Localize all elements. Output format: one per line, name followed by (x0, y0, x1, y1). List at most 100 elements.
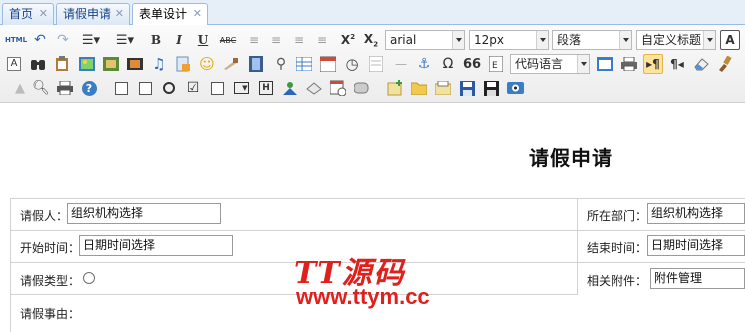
insert-image-button[interactable] (77, 54, 97, 74)
save-as-button[interactable] (481, 78, 501, 98)
leave-type-radio[interactable] (83, 272, 95, 284)
org-tree-icon (283, 82, 297, 95)
ordered-list-button[interactable]: ☰▾ (112, 30, 138, 50)
paragraph-select[interactable]: 段落 (552, 30, 632, 50)
special-char-button[interactable]: Ω (438, 54, 458, 74)
select-tool[interactable]: ▼ (231, 78, 251, 98)
unordered-list-button[interactable]: ☰▾ (78, 30, 104, 50)
insert-time-button[interactable]: ◷ (342, 54, 362, 74)
data-source-tool[interactable] (304, 78, 324, 98)
tab-form-design[interactable]: 表单设计 ✕ (132, 3, 208, 26)
music-icon: ♫ (152, 55, 166, 73)
insert-video-button[interactable] (125, 54, 145, 74)
radio-button-tool[interactable] (159, 78, 179, 98)
undo-button[interactable]: ↶ (30, 30, 50, 50)
insert-multi-image-button[interactable] (101, 54, 121, 74)
align-center-button[interactable]: ≡ (266, 30, 286, 50)
checkbox-tool[interactable]: ☑ (183, 78, 203, 98)
clear-format-button[interactable] (691, 54, 711, 74)
insert-music-button[interactable]: ♫ (149, 54, 169, 74)
insert-code-button[interactable]: E (486, 54, 506, 74)
import-form-button[interactable] (433, 78, 453, 98)
chevron-down-icon (703, 31, 715, 49)
blockquote-button[interactable]: 66 (462, 54, 482, 74)
paragraph-rtl-icon: ¶◂ (670, 57, 684, 71)
department-label: 所在部门： (587, 209, 648, 223)
print-preview-button[interactable] (619, 54, 639, 74)
emoticon-button[interactable]: ☺ (197, 54, 217, 74)
end-datetime-input[interactable]: 日期时间选择 (647, 235, 745, 256)
department-org-select[interactable]: 组织机构选择 (647, 203, 745, 224)
checkbox-icon: ☑ (186, 80, 200, 96)
ltr-button[interactable]: ▸¶ (643, 54, 663, 74)
font-size-select[interactable]: 12px (469, 30, 549, 50)
close-icon[interactable]: ✕ (39, 4, 48, 24)
html-source-button[interactable]: HTML (4, 30, 28, 50)
listbox-tool[interactable] (207, 78, 227, 98)
form-preview-button[interactable] (505, 78, 525, 98)
close-icon[interactable]: ✕ (193, 4, 202, 24)
start-datetime-input[interactable]: 日期时间选择 (79, 235, 233, 256)
redo-button[interactable]: ↷ (53, 30, 73, 50)
attachment-manager-input[interactable]: 附件管理 (650, 268, 745, 289)
tab-home[interactable]: 首页 ✕ (2, 3, 54, 25)
watermark-url: www.ttym.cc (296, 284, 430, 309)
paste-button[interactable] (52, 54, 72, 74)
text-field-button[interactable] (111, 78, 131, 98)
link-button[interactable]: ⚲ (271, 54, 291, 74)
custom-heading-select[interactable]: 自定义标题 (636, 30, 716, 50)
textarea-button[interactable] (135, 78, 155, 98)
tab-leave-request[interactable]: 请假申请 ✕ (56, 3, 130, 25)
insert-template-button[interactable] (366, 54, 386, 74)
find-replace-button[interactable] (28, 54, 48, 74)
insert-table-button[interactable] (294, 54, 314, 74)
save-button[interactable] (457, 78, 477, 98)
strikethrough-button[interactable]: ABC (216, 30, 240, 50)
align-left-button[interactable]: ≡ (244, 30, 264, 50)
font-family-select[interactable]: arial (385, 30, 465, 50)
template-icon (369, 56, 383, 72)
insert-date-button[interactable] (318, 54, 338, 74)
bullet-list-icon: ☰▾ (81, 32, 101, 48)
listbox-icon (210, 81, 224, 95)
align-right-button[interactable]: ≡ (289, 30, 309, 50)
superscript-button[interactable]: X2 (338, 30, 358, 50)
open-form-button[interactable] (409, 78, 429, 98)
hidden-field-tool[interactable]: H (256, 78, 276, 98)
import-icon (435, 81, 451, 95)
underline-button[interactable]: U (193, 30, 213, 50)
anchor-button[interactable]: ⚓ (414, 54, 434, 74)
help-button[interactable]: ? (79, 78, 99, 98)
preview-button[interactable] (595, 54, 615, 74)
numbered-list-icon: ☰▾ (115, 32, 135, 48)
close-icon[interactable]: ✕ (115, 4, 124, 24)
form-wizard-button[interactable]: ▲ (10, 78, 30, 98)
zoom-button[interactable]: 🔍︎ (31, 78, 51, 98)
superscript-icon: X2 (340, 33, 356, 47)
subtable-tool[interactable] (352, 78, 372, 98)
printer-icon (621, 57, 637, 71)
italic-button[interactable]: I (169, 30, 189, 50)
insert-frame-button[interactable] (246, 54, 266, 74)
editor-toolbar: HTML ↶ ↷ ☰▾ ☰▾ B I U ABC ≡ ≡ ≡ ≡ X2 X2 a… (0, 25, 745, 103)
new-form-button[interactable] (385, 78, 405, 98)
bold-button[interactable]: B (146, 30, 166, 50)
table-border (10, 198, 745, 199)
applicant-org-select[interactable]: 组织机构选择 (67, 203, 221, 224)
code-language-select[interactable]: 代码语言 (510, 54, 590, 74)
align-justify-button[interactable]: ≡ (312, 30, 332, 50)
print-button[interactable] (55, 78, 75, 98)
rtl-button[interactable]: ¶◂ (667, 54, 687, 74)
datetime-tool[interactable] (328, 78, 348, 98)
horizontal-rule-button[interactable]: — (391, 54, 411, 74)
text-format-button[interactable]: A (4, 54, 24, 74)
clipboard-icon (56, 56, 68, 71)
scrawl-button[interactable] (221, 54, 241, 74)
font-color-button[interactable]: A (720, 30, 740, 50)
text-format-icon: A (7, 57, 21, 71)
insert-attachment-button[interactable] (173, 54, 193, 74)
table-border (577, 198, 578, 294)
subscript-button[interactable]: X2 (361, 30, 381, 50)
org-select-tool[interactable] (280, 78, 300, 98)
format-painter-button[interactable] (715, 54, 735, 74)
